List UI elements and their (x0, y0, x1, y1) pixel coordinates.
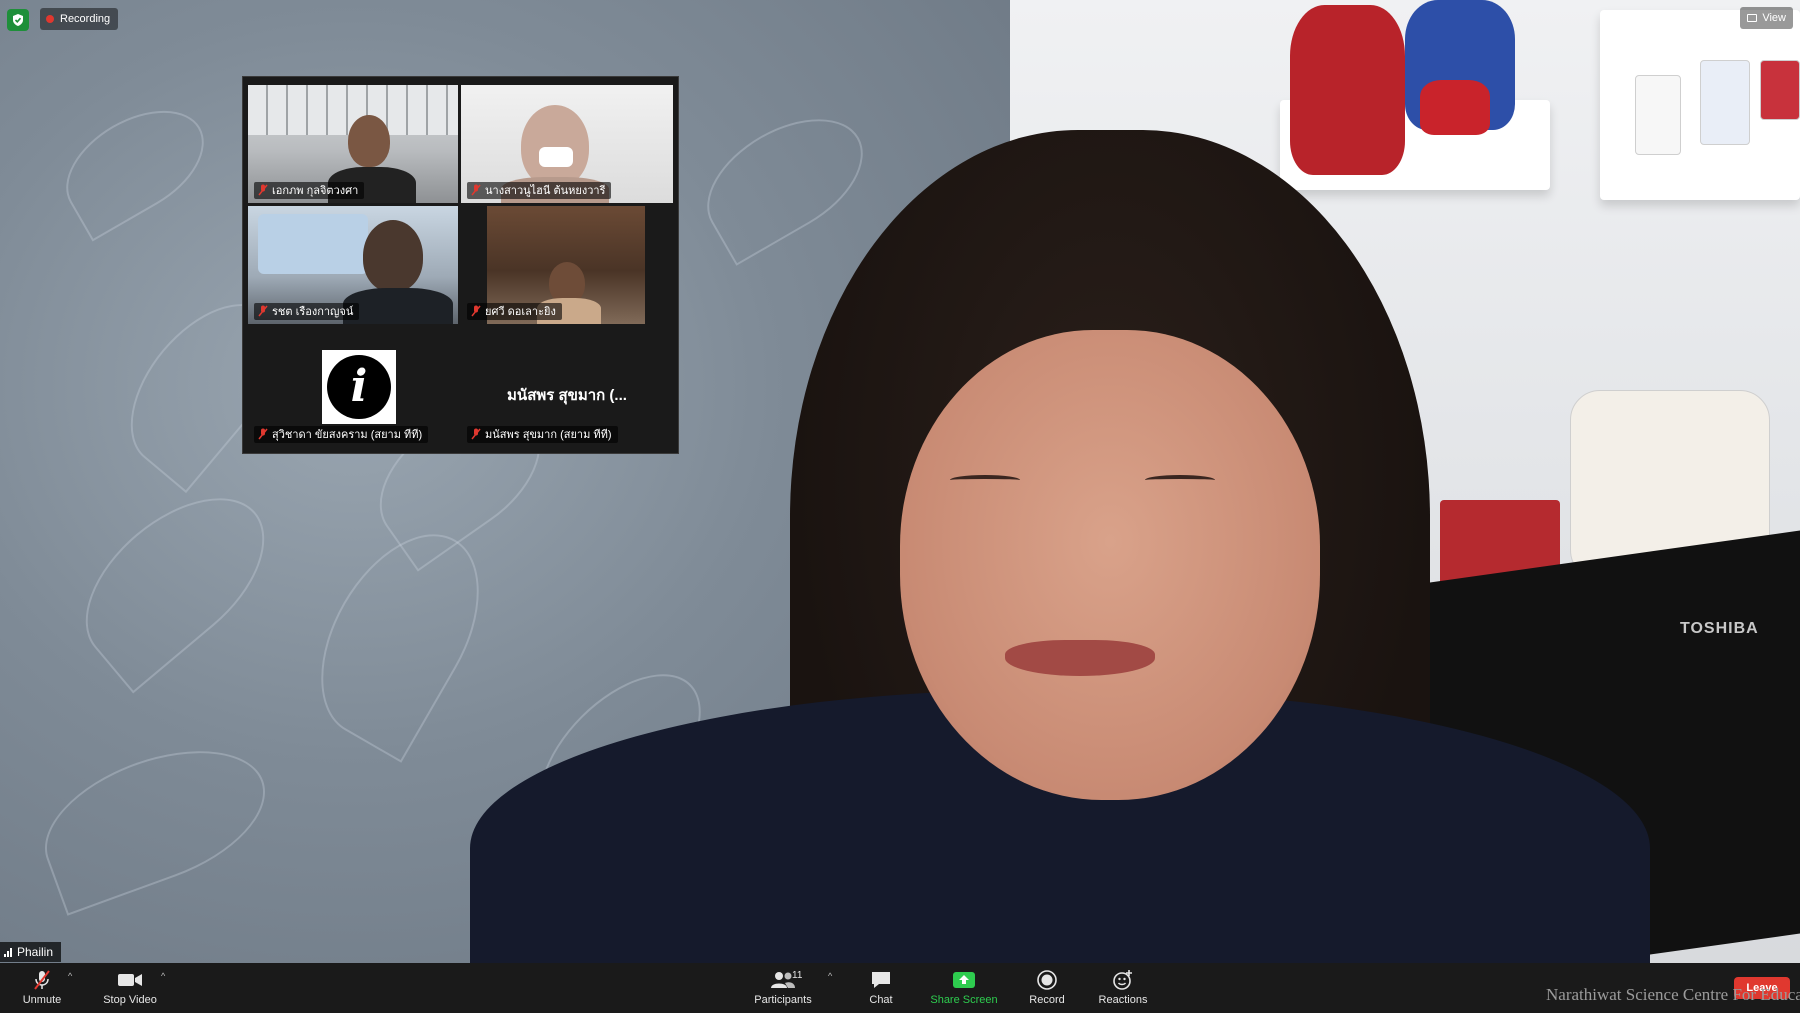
record-label: Record (1029, 994, 1065, 1006)
mic-muted-icon (31, 968, 53, 992)
participants-count: 11 (792, 970, 803, 981)
mic-muted-icon (471, 305, 481, 317)
mic-muted-icon (471, 428, 481, 440)
reactions-button[interactable]: Reactions (1093, 963, 1153, 1013)
figurine (1290, 5, 1405, 175)
participant-tile[interactable]: นางสาวนูไฮนี ต้นหยงวารี (461, 85, 673, 203)
video-camera-icon (117, 968, 143, 992)
figurine (1420, 80, 1490, 135)
wallpaper-leaf (47, 88, 223, 242)
participant-display-name: มนัสพร สุขมาก (... (507, 387, 627, 404)
chat-button[interactable]: Chat (856, 963, 906, 1013)
participants-label: Participants (754, 994, 812, 1006)
unmute-label: Unmute (22, 994, 62, 1006)
mic-muted-icon (258, 305, 268, 317)
participant-name: เอกภพ กุลจิตวงศา (272, 185, 359, 197)
wallpaper-leaf (26, 724, 284, 916)
participant-name: มนัสพร สุขมาก (สยาม ทีที) (485, 429, 612, 441)
face-mask (539, 147, 573, 167)
chat-icon (870, 968, 892, 992)
recording-label: Recording (60, 13, 111, 25)
view-label: View (1762, 12, 1786, 24)
stop-video-button[interactable]: Stop Video (96, 963, 164, 1013)
active-speaker-name: Phailin (17, 945, 54, 959)
classroom-poster (258, 214, 368, 274)
shield-check-icon[interactable] (7, 9, 29, 31)
mug (1760, 60, 1800, 120)
participant-tile[interactable]: มนัสพร สุขมาก (... มนัสพร สุขมาก (สยาม ท… (461, 327, 673, 447)
speaker-face (900, 330, 1320, 800)
participant-name-tag: รชต เรืองกาญจน์ (254, 303, 360, 320)
record-icon (1036, 968, 1058, 992)
view-button[interactable]: View (1740, 7, 1793, 29)
tv-brand-label: TOSHIBA (1680, 620, 1759, 637)
share-screen-button[interactable]: Share Screen (924, 963, 1004, 1013)
recording-dot-icon (46, 15, 54, 23)
stop-video-label: Stop Video (103, 994, 157, 1006)
participant-avatar: i (322, 350, 396, 424)
unmute-button[interactable]: Unmute (12, 963, 72, 1013)
audio-options-chevron-icon[interactable]: ^ (68, 971, 72, 981)
participant-name-tag: มนัสพร สุขมาก (สยาม ทีที) (467, 426, 618, 443)
mic-muted-icon (258, 184, 268, 196)
mug (1700, 60, 1750, 145)
participant-name-tag: สุวิชาดา ขัยสงคราม (สยาม ทีที) (254, 426, 429, 443)
participant-head (348, 115, 390, 167)
participant-body (343, 288, 453, 324)
participants-options-chevron-icon[interactable]: ^ (828, 971, 832, 981)
participant-name-tag: เอกภพ กุลจิตวงศา (254, 182, 365, 199)
participant-name: รชต เรืองกาญจน์ (272, 306, 354, 318)
reactions-smiley-icon (1112, 968, 1134, 992)
participants-button[interactable]: 11 Participants (748, 963, 818, 1013)
share-screen-label: Share Screen (930, 994, 998, 1006)
speaker-eye (1145, 475, 1215, 485)
participant-name: ยศวี ดอเลาะยิง (485, 306, 556, 318)
record-button[interactable]: Record (1022, 963, 1072, 1013)
organization-watermark: Narathiwat Science Centre For Education (1546, 985, 1800, 1004)
participants-icon: 11 (770, 968, 802, 992)
mic-muted-icon (471, 184, 481, 196)
participant-tile[interactable]: ยศวี ดอเลาะยิง (461, 206, 673, 324)
participant-name-tag: ยศวี ดอเลาะยิง (467, 303, 562, 320)
participant-head (521, 105, 589, 187)
wallpaper-leaf (55, 466, 295, 694)
mic-muted-icon (258, 428, 268, 440)
participant-gallery: เอกภพ กุลจิตวงศา นางสาวนูไฮนี ต้นหยงวารี… (242, 76, 679, 454)
wallpaper-leaf (686, 94, 884, 266)
meeting-window: TOSHIBA Recording View เอกภพ กุลจิตวงศา (0, 0, 1800, 1013)
participant-name: สุวิชาดา ขัยสงคราม (สยาม ทีที) (272, 429, 423, 441)
chat-label: Chat (869, 994, 893, 1006)
speaker-eye (950, 475, 1020, 485)
meeting-toolbar: Unmute ^ Stop Video ^ 11 Participants ^ … (0, 963, 1800, 1013)
reactions-label: Reactions (1098, 994, 1148, 1006)
participant-name: นางสาวนูไฮนี ต้นหยงวารี (485, 185, 606, 197)
participant-head (363, 220, 423, 292)
recording-indicator[interactable]: Recording (40, 8, 119, 30)
participant-tile[interactable]: เอกภพ กุลจิตวงศา (248, 85, 458, 203)
signal-strength-icon (4, 947, 12, 957)
info-icon: i (327, 355, 391, 419)
speaker-mouth (1005, 640, 1155, 676)
active-speaker-name-tag: Phailin (0, 942, 62, 962)
grid-view-icon (1747, 14, 1758, 22)
mug (1635, 75, 1681, 155)
video-options-chevron-icon[interactable]: ^ (161, 971, 165, 981)
participant-tile[interactable]: รชต เรืองกาญจน์ (248, 206, 458, 324)
participant-name-tag: นางสาวนูไฮนี ต้นหยงวารี (467, 182, 612, 199)
share-screen-icon (952, 968, 976, 992)
participant-tile[interactable]: i สุวิชาดา ขัยสงคราม (สยาม ทีที) (248, 327, 458, 447)
